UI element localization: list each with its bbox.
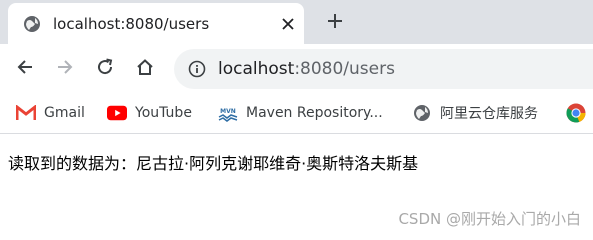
bookmark-label: Maven Repository... [246,105,383,121]
tab-title: localhost:8080/users [53,14,210,33]
back-button[interactable] [12,56,38,82]
page-content-text: 读取到的数据为：尼古拉·阿列克谢耶维奇·奥斯特洛夫斯基 [8,154,419,173]
address-bar[interactable]: localhost:8080/users [174,49,593,89]
arrow-right-icon [56,58,74,80]
bookmark-chrome[interactable] [566,102,586,124]
reload-icon [96,58,114,80]
home-button[interactable] [132,56,158,82]
bookmark-aliyun[interactable]: 阿里云仓库服务 [412,102,538,124]
browser-tab[interactable]: localhost:8080/users [8,3,304,44]
maven-icon: MVN [218,103,238,123]
globe-icon [23,15,41,33]
forward-button[interactable] [52,56,78,82]
new-tab-button[interactable] [322,10,348,36]
reload-button[interactable] [92,56,118,82]
bookmarks-bar: Gmail YouTube MVN Maven Repository... 阿里… [0,94,593,134]
info-icon[interactable] [188,60,206,78]
close-icon[interactable] [278,14,298,34]
watermark: CSDN @刚开始入门的小白 [398,210,581,228]
bookmark-youtube[interactable]: YouTube [107,102,192,124]
url-host: localhost [218,59,295,79]
youtube-icon [107,103,127,123]
plus-icon [327,13,343,33]
bookmark-label: Gmail [44,105,85,121]
bookmark-label: YouTube [135,105,192,121]
bookmark-maven[interactable]: MVN Maven Repository... [218,102,383,124]
chrome-icon [566,103,586,123]
bookmark-label: 阿里云仓库服务 [440,106,538,122]
globe-icon [412,103,432,123]
svg-text:MVN: MVN [220,108,236,115]
gmail-icon [16,103,36,123]
bookmark-gmail[interactable]: Gmail [16,102,85,124]
tab-strip: localhost:8080/users [0,0,593,44]
home-icon [136,58,154,80]
url-text: localhost:8080/users [218,59,395,79]
arrow-left-icon [16,58,34,80]
browser-toolbar: localhost:8080/users [0,44,593,94]
url-path: :8080/users [294,59,395,79]
